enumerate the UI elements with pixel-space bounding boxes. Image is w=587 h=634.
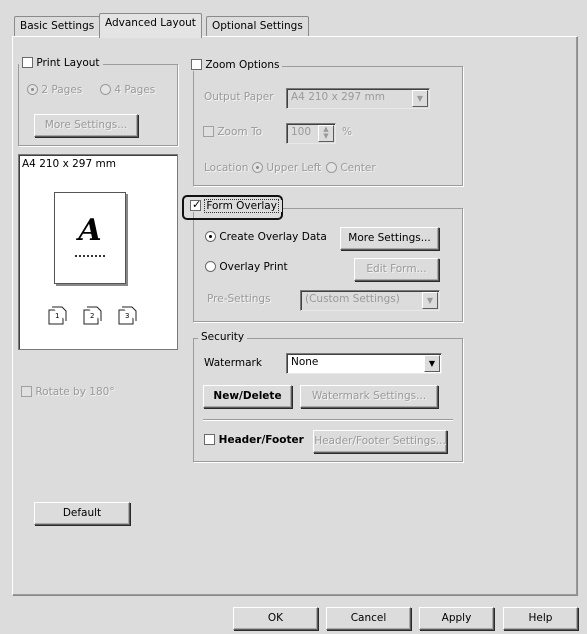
radio-icon	[252, 162, 263, 173]
zoom-to-label: Zoom To	[217, 126, 263, 138]
center-label: Center	[340, 162, 376, 174]
radio-4pages-label: 4 Pages	[114, 84, 156, 96]
default-button[interactable]: Default	[34, 502, 130, 525]
form-overlay-check-icon[interactable]	[190, 198, 201, 212]
preview-page: A	[54, 192, 126, 284]
output-paper-select: A4 210 x 297 mm ▼	[286, 88, 430, 109]
header-footer-settings-button: Header/Footer Settings...	[313, 430, 447, 453]
watermark-select[interactable]: None ▼	[286, 353, 442, 374]
form-overlay-label: Form Overlay	[204, 199, 279, 213]
watermark-value: None	[291, 356, 319, 368]
rotate-checkbox: Rotate by 180°	[21, 386, 115, 398]
preview-paper-size: A4 210 x 297 mm	[22, 158, 116, 170]
page-num-1: 1	[55, 312, 60, 320]
radio-2pages-label: 2 Pages	[41, 84, 83, 96]
watermark-label: Watermark	[204, 357, 262, 369]
tab-optional-settings[interactable]: Optional Settings	[206, 16, 309, 37]
presettings-label: Pre-Settings	[207, 293, 271, 305]
presettings-value: (Custom Settings)	[305, 293, 400, 305]
divider	[203, 419, 453, 421]
rotate-check-icon	[21, 386, 32, 397]
radio-icon	[27, 84, 38, 95]
apply-button[interactable]: Apply	[419, 607, 494, 630]
radio-upper-left: Upper Left	[252, 162, 321, 174]
percent-label: %	[342, 126, 352, 138]
spinner-arrows-icon: ▲ ▼	[318, 125, 334, 142]
page-num-2: 2	[90, 312, 95, 320]
header-footer-checkbox[interactable]: Header/Footer	[204, 434, 304, 446]
overlay-print-label: Overlay Print	[219, 261, 288, 273]
form-overlay-checkbox[interactable]: Form Overlay	[187, 198, 282, 213]
print-layout-more-settings-button: More Settings...	[34, 114, 138, 137]
rotate-label: Rotate by 180°	[35, 386, 115, 398]
page-num-3: 3	[125, 312, 130, 320]
header-footer-label: Header/Footer	[218, 434, 304, 446]
print-layout-check-icon[interactable]	[22, 57, 33, 68]
layout-preview: A4 210 x 297 mm A 1 2 3	[18, 154, 178, 350]
ok-button[interactable]: OK	[233, 607, 318, 630]
zoom-to-check-icon	[203, 126, 214, 137]
chevron-down-icon: ▼	[422, 292, 438, 309]
location-label: Location	[204, 162, 249, 174]
output-paper-value: A4 210 x 297 mm	[291, 91, 385, 103]
radio-icon[interactable]	[205, 261, 216, 272]
help-button[interactable]: Help	[503, 607, 578, 630]
zoom-options-check-icon[interactable]	[191, 59, 202, 70]
watermark-settings-button: Watermark Settings...	[300, 385, 438, 408]
page-order-icons: 1 2 3	[47, 305, 167, 325]
preview-baseline	[75, 255, 105, 257]
zoom-value: 100	[291, 126, 312, 138]
tab-basic-settings[interactable]: Basic Settings	[14, 16, 101, 37]
tab-advanced-layout[interactable]: Advanced Layout	[99, 13, 202, 38]
radio-4pages: 4 Pages	[100, 84, 155, 96]
header-footer-check-icon[interactable]	[204, 434, 215, 445]
new-delete-button[interactable]: New/Delete	[203, 385, 292, 408]
radio-create-overlay[interactable]: Create Overlay Data	[205, 231, 327, 243]
radio-overlay-print[interactable]: Overlay Print	[205, 261, 288, 273]
create-overlay-label: Create Overlay Data	[219, 231, 327, 243]
edit-form-button: Edit Form...	[354, 258, 439, 281]
upper-left-label: Upper Left	[266, 162, 322, 174]
cancel-button[interactable]: Cancel	[326, 607, 411, 630]
zoom-value-spinner: 100 ▲ ▼	[286, 123, 336, 144]
output-paper-label: Output Paper	[204, 91, 274, 103]
chevron-down-icon: ▼	[412, 90, 428, 107]
preview-letter: A	[78, 213, 102, 248]
radio-center: Center	[326, 162, 376, 174]
presettings-select: (Custom Settings) ▼	[300, 290, 440, 311]
print-layout-label: Print Layout	[36, 57, 100, 69]
print-layout-checkbox[interactable]: Print Layout	[19, 57, 103, 69]
zoom-to-checkbox: Zoom To	[203, 126, 262, 138]
page-stack-icon	[48, 306, 137, 325]
radio-icon	[100, 84, 111, 95]
chevron-down-icon[interactable]: ▼	[424, 355, 440, 372]
security-title: Security	[198, 331, 248, 343]
radio-2pages: 2 Pages	[27, 84, 82, 96]
zoom-options-label: Zoom Options	[205, 59, 280, 71]
radio-icon[interactable]	[205, 231, 216, 242]
radio-icon	[326, 162, 337, 173]
zoom-options-checkbox[interactable]: Zoom Options	[188, 59, 283, 71]
form-overlay-more-settings-button[interactable]: More Settings...	[340, 227, 439, 250]
